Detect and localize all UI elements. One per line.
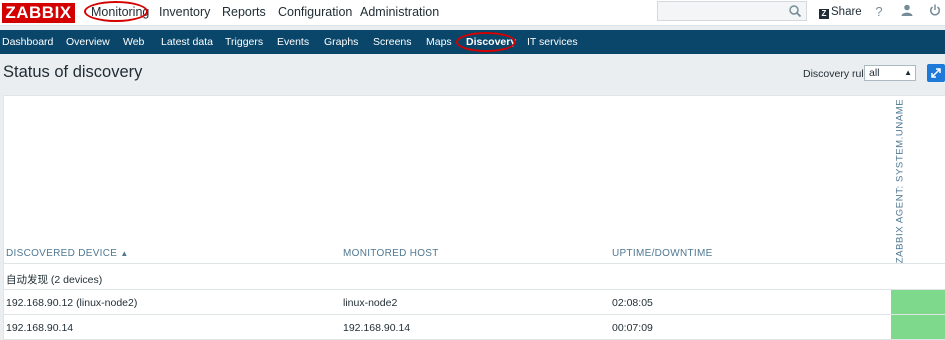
page-title: Status of discovery	[3, 63, 143, 81]
row-2-device: 192.168.90.14	[6, 322, 74, 334]
row-1-device: 192.168.90.12 (linux-node2)	[6, 297, 138, 309]
sub-nav-screens[interactable]: Screens	[373, 30, 412, 54]
search-input[interactable]	[657, 1, 807, 21]
share-icon: Z	[819, 9, 829, 19]
expand-icon	[931, 68, 941, 78]
column-header-agent-uname: ZABBIX AGENT: SYSTEM.UNAME	[893, 98, 907, 264]
row-1-status-cell	[891, 290, 945, 314]
top-nav-administration[interactable]: Administration	[360, 0, 439, 26]
row-divider	[3, 289, 945, 290]
sub-nav-it-services[interactable]: IT services	[527, 30, 578, 54]
row-2-status-cell	[891, 315, 945, 339]
power-icon	[930, 4, 940, 16]
column-header-label: DISCOVERED DEVICE	[6, 248, 118, 259]
discovery-rule-select[interactable]: all ▲︎	[864, 65, 916, 81]
sub-nav-dashboard[interactable]: Dashboard	[2, 30, 53, 54]
sub-navigation: Dashboard Overview Web Latest data Trigg…	[0, 30, 945, 54]
top-nav-inventory[interactable]: Inventory	[159, 0, 210, 26]
vertical-header-label: ZABBIX AGENT: SYSTEM.UNAME	[894, 98, 906, 264]
sub-nav-overview[interactable]: Overview	[66, 30, 110, 54]
sub-nav-events[interactable]: Events	[277, 30, 309, 54]
row-2-uptime: 00:07:09	[612, 322, 653, 334]
top-nav-configuration[interactable]: Configuration	[278, 0, 352, 26]
sign-out-icon[interactable]	[927, 4, 943, 20]
row-2-host: 192.168.90.14	[343, 322, 411, 334]
column-header-uptime-downtime: UPTIME/DOWNTIME	[612, 248, 713, 259]
sub-nav-maps[interactable]: Maps	[426, 30, 452, 54]
sub-nav-discovery[interactable]: Discovery	[466, 30, 516, 54]
top-nav-reports[interactable]: Reports	[222, 0, 266, 26]
zabbix-logo[interactable]: ZABBIX	[2, 3, 75, 23]
discovery-table	[3, 95, 945, 340]
sub-nav-graphs[interactable]: Graphs	[324, 30, 358, 54]
user-icon	[901, 4, 913, 16]
user-profile-icon[interactable]	[899, 4, 915, 20]
column-header-monitored-host: MONITORED HOST	[343, 248, 439, 259]
row-divider	[3, 314, 945, 315]
sub-nav-triggers[interactable]: Triggers	[225, 30, 263, 54]
sort-ascending-icon: ▲	[120, 249, 129, 258]
share-button[interactable]: Z Share	[819, 4, 862, 20]
share-label: Share	[831, 6, 862, 18]
fullscreen-button[interactable]	[927, 64, 945, 82]
discovery-rule-label: Discovery rule	[803, 68, 870, 80]
top-header: ZABBIX Monitoring Inventory Reports Conf…	[0, 0, 945, 26]
help-button[interactable]: ?	[871, 4, 887, 20]
header-divider	[3, 263, 945, 264]
select-arrows-icon: ▲︎	[904, 68, 912, 77]
search-icon[interactable]	[788, 4, 802, 18]
group-row-label: 自动发现 (2 devices)	[6, 274, 103, 286]
sub-nav-latest-data[interactable]: Latest data	[161, 30, 213, 54]
sub-nav-web[interactable]: Web	[123, 30, 144, 54]
discovery-rule-value: all	[869, 67, 880, 79]
column-header-discovered-device[interactable]: DISCOVERED DEVICE ▲	[6, 248, 129, 259]
row-1-host: linux-node2	[343, 297, 398, 309]
row-1-uptime: 02:08:05	[612, 297, 653, 309]
top-nav-monitoring[interactable]: Monitoring	[91, 0, 149, 26]
